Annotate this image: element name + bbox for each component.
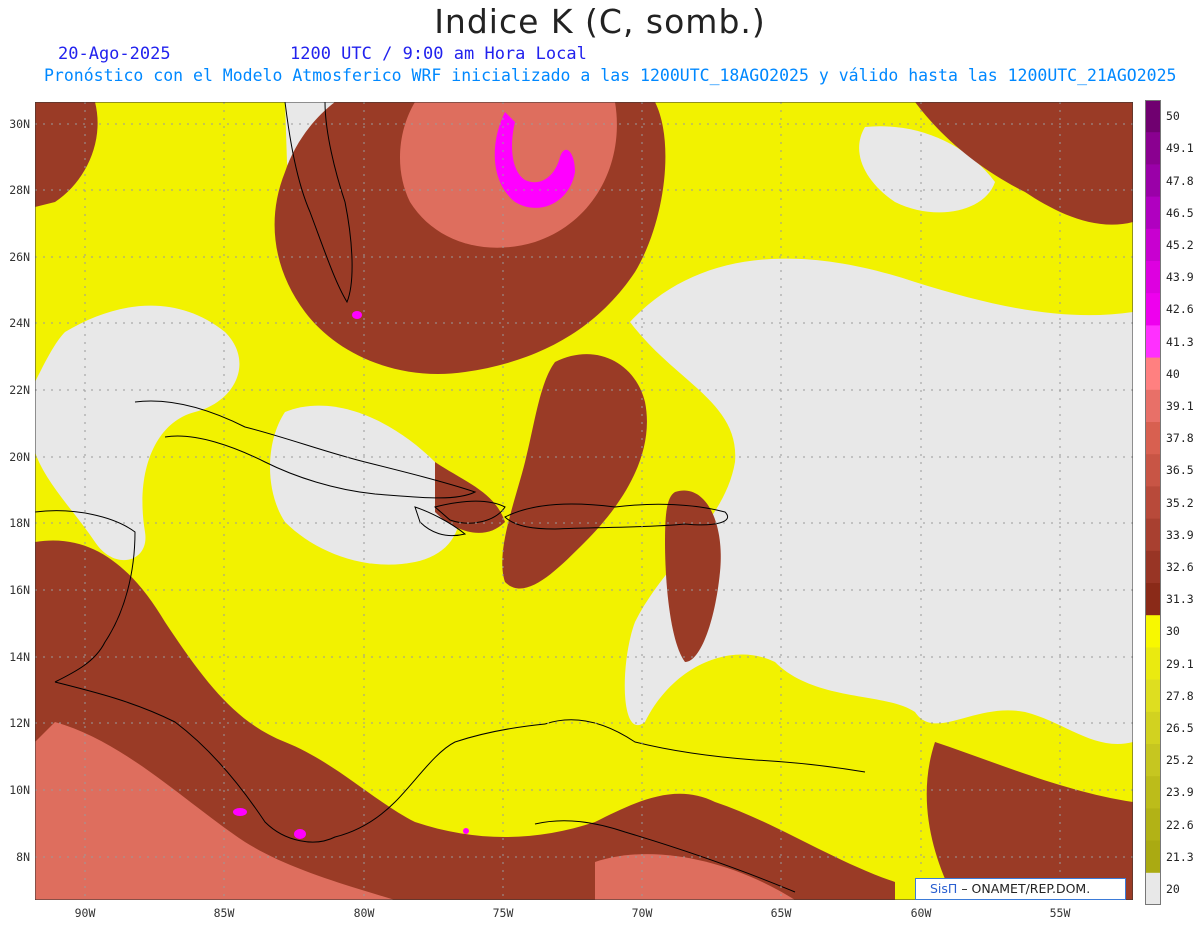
credit-org: – ONAMET/REP.DOM. (961, 881, 1091, 896)
legend-swatch (1145, 583, 1161, 616)
lat-label: 20N (9, 450, 30, 464)
map-title: Indice K (C, somb.) (434, 2, 766, 41)
legend-swatch (1145, 679, 1161, 713)
legend-label: 30 (1166, 624, 1180, 639)
legend-swatch (1145, 711, 1161, 745)
legend-label: 26.5 (1166, 720, 1194, 735)
legend-swatch (1145, 261, 1161, 294)
lat-label: 22N (9, 383, 30, 397)
legend-label: 45.2 (1166, 237, 1194, 252)
lat-label: 8N (16, 850, 30, 864)
lon-label: 55W (1049, 906, 1071, 920)
lon-label: 70W (631, 906, 653, 920)
legend-label: 49.1 (1166, 141, 1194, 156)
lon-label: 80W (353, 906, 375, 920)
credit-box: SisΠ – ONAMET/REP.DOM. (915, 878, 1126, 900)
sispi-logo: SisΠ (930, 881, 958, 896)
legend-swatch (1145, 325, 1161, 359)
lat-label: 26N (9, 250, 30, 264)
legend-label: 27.8 (1166, 688, 1194, 703)
legend-swatch (1145, 357, 1161, 391)
forecast-time: 1200 UTC / 9:00 am Hora Local (290, 44, 587, 64)
color-legend-bar (1145, 100, 1161, 905)
legend-label: 42.6 (1166, 302, 1194, 317)
lat-label: 24N (9, 316, 30, 330)
legend-swatch (1145, 196, 1161, 230)
legend-swatch (1145, 486, 1161, 520)
legend-swatch (1145, 132, 1161, 165)
lon-label: 90W (74, 906, 96, 920)
legend-label: 50 (1166, 109, 1180, 124)
lat-label: 28N (9, 183, 30, 197)
legend-label: 29.1 (1166, 656, 1194, 671)
k-index-map (35, 102, 1133, 900)
lon-label: 65W (770, 906, 792, 920)
lat-label: 14N (9, 650, 30, 664)
legend-swatch (1145, 518, 1161, 552)
legend-label: 33.9 (1166, 527, 1194, 542)
lat-label: 16N (9, 583, 30, 597)
legend-swatch (1145, 164, 1161, 198)
legend-label: 47.8 (1166, 173, 1194, 188)
legend-swatch (1145, 744, 1161, 777)
lat-label: 30N (9, 117, 30, 131)
legend-label: 35.2 (1166, 495, 1194, 510)
legend-swatch (1145, 228, 1161, 262)
legend-swatch (1145, 872, 1161, 905)
legend-label: 23.9 (1166, 785, 1194, 800)
legend-swatch (1145, 100, 1161, 133)
lat-label: 12N (9, 716, 30, 730)
legend-label: 20 (1166, 881, 1180, 896)
legend-label: 46.5 (1166, 205, 1194, 220)
forecast-description: Pronóstico con el Modelo Atmosferico WRF… (44, 66, 1177, 85)
lat-label: 18N (9, 516, 30, 530)
legend-label: 40 (1166, 366, 1180, 381)
legend-label: 43.9 (1166, 270, 1194, 285)
lon-label: 85W (213, 906, 235, 920)
legend-swatch (1145, 454, 1161, 487)
legend-swatch (1145, 293, 1161, 326)
lat-label: 10N (9, 783, 30, 797)
legend-swatch (1145, 389, 1161, 423)
legend-label: 31.3 (1166, 592, 1194, 607)
legend-label: 22.6 (1166, 817, 1194, 832)
legend-label: 37.8 (1166, 431, 1194, 446)
legend-swatch (1145, 550, 1161, 584)
legend-label: 32.6 (1166, 559, 1194, 574)
legend-label: 36.5 (1166, 463, 1194, 478)
legend-swatch (1145, 776, 1161, 809)
legend-label: 39.1 (1166, 398, 1194, 413)
legend-label: 41.3 (1166, 334, 1194, 349)
legend-swatch (1145, 647, 1161, 681)
legend-swatch (1145, 808, 1161, 842)
legend-swatch (1145, 615, 1161, 648)
legend-label: 21.3 (1166, 849, 1194, 864)
forecast-date: 20-Ago-2025 (58, 44, 171, 64)
legend-swatch (1145, 840, 1161, 874)
legend-swatch (1145, 422, 1161, 455)
legend-label: 25.2 (1166, 753, 1194, 768)
lon-label: 60W (910, 906, 932, 920)
lon-label: 75W (492, 906, 514, 920)
